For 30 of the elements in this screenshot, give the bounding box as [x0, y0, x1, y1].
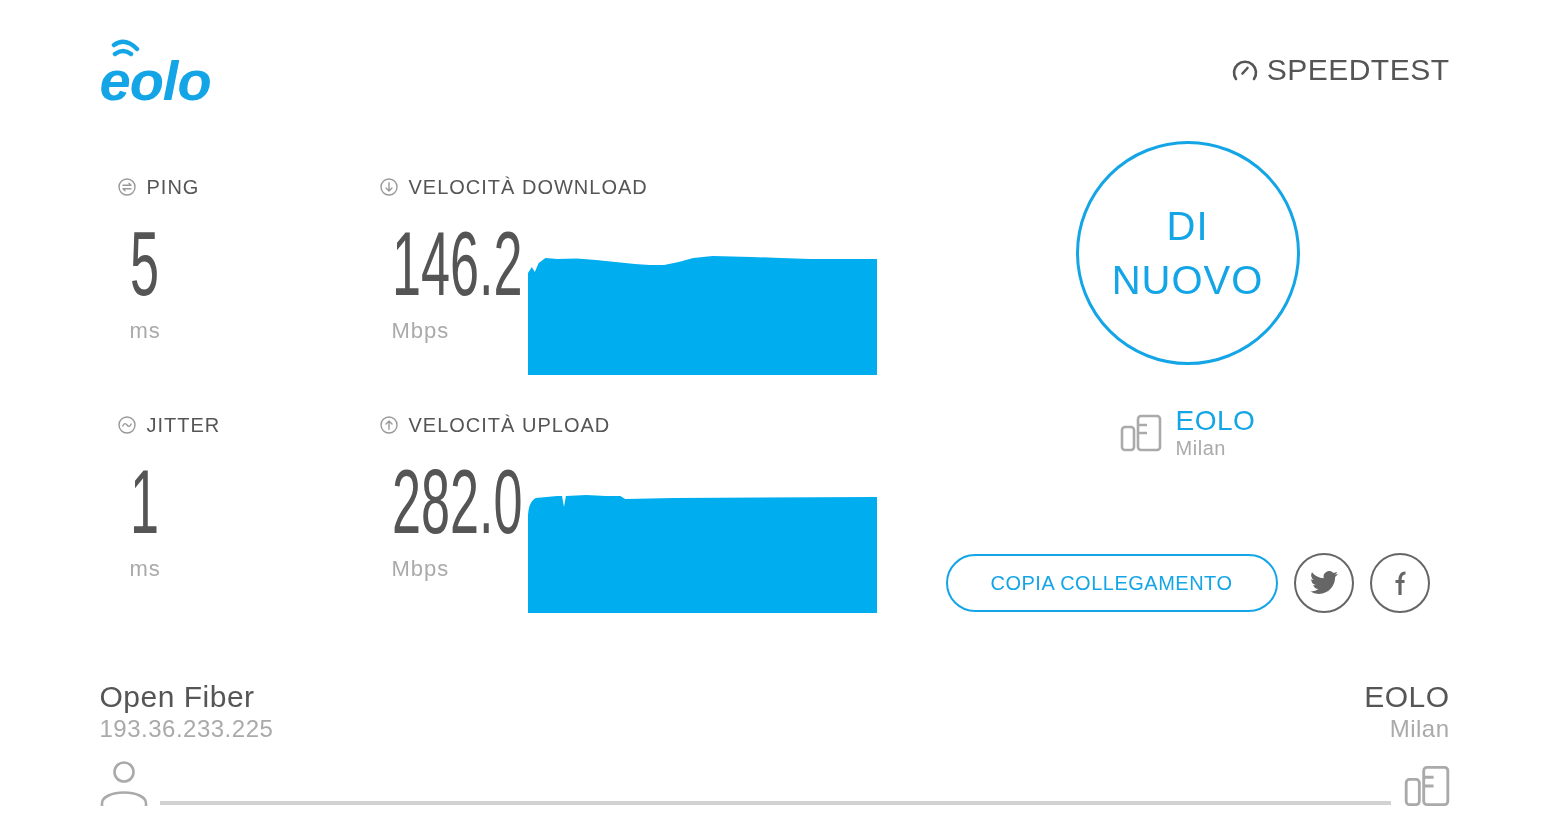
bird-icon: [1309, 571, 1338, 595]
gauge-icon: [1230, 58, 1259, 82]
isp-name: Open Fiber: [99, 679, 255, 715]
metric-label: VELOCITÀ DOWNLOAD: [408, 175, 648, 199]
metric-label: JITTER: [146, 413, 221, 437]
metric-value: 146.2: [391, 219, 523, 309]
metric-unit: Mbps: [391, 556, 451, 582]
user-icon: [99, 761, 148, 807]
brand-title: SPEEDTEST: [1266, 53, 1450, 87]
wave-circle-icon: [117, 416, 136, 434]
letter-f-icon: [1393, 571, 1406, 595]
metric-value: 5: [129, 219, 159, 309]
logo-wordmark: eolo: [99, 57, 211, 105]
copy-link-button[interactable]: COPIA COLLEGAMENTO: [945, 554, 1278, 612]
server-location: Milan: [1389, 715, 1450, 743]
server-name: EOLO: [1175, 405, 1256, 436]
metric-label: PING: [146, 175, 200, 199]
metric-unit: ms: [129, 318, 162, 344]
metric-label: VELOCITÀ UPLOAD: [408, 413, 611, 437]
metric-unit: ms: [129, 556, 162, 582]
metric-value: 282.0: [391, 457, 523, 547]
ip-address: 193.36.233.225: [99, 715, 274, 743]
server-name: EOLO: [1364, 679, 1450, 715]
arrows-circle-icon: [117, 178, 136, 196]
metric-value: 1: [129, 457, 159, 547]
server-icon: [1403, 765, 1450, 807]
server-icon: [1119, 413, 1162, 452]
metric-unit: Mbps: [391, 318, 451, 344]
restart-button[interactable]: DI NUOVO: [1075, 141, 1300, 365]
server-location: Milan: [1175, 436, 1227, 460]
